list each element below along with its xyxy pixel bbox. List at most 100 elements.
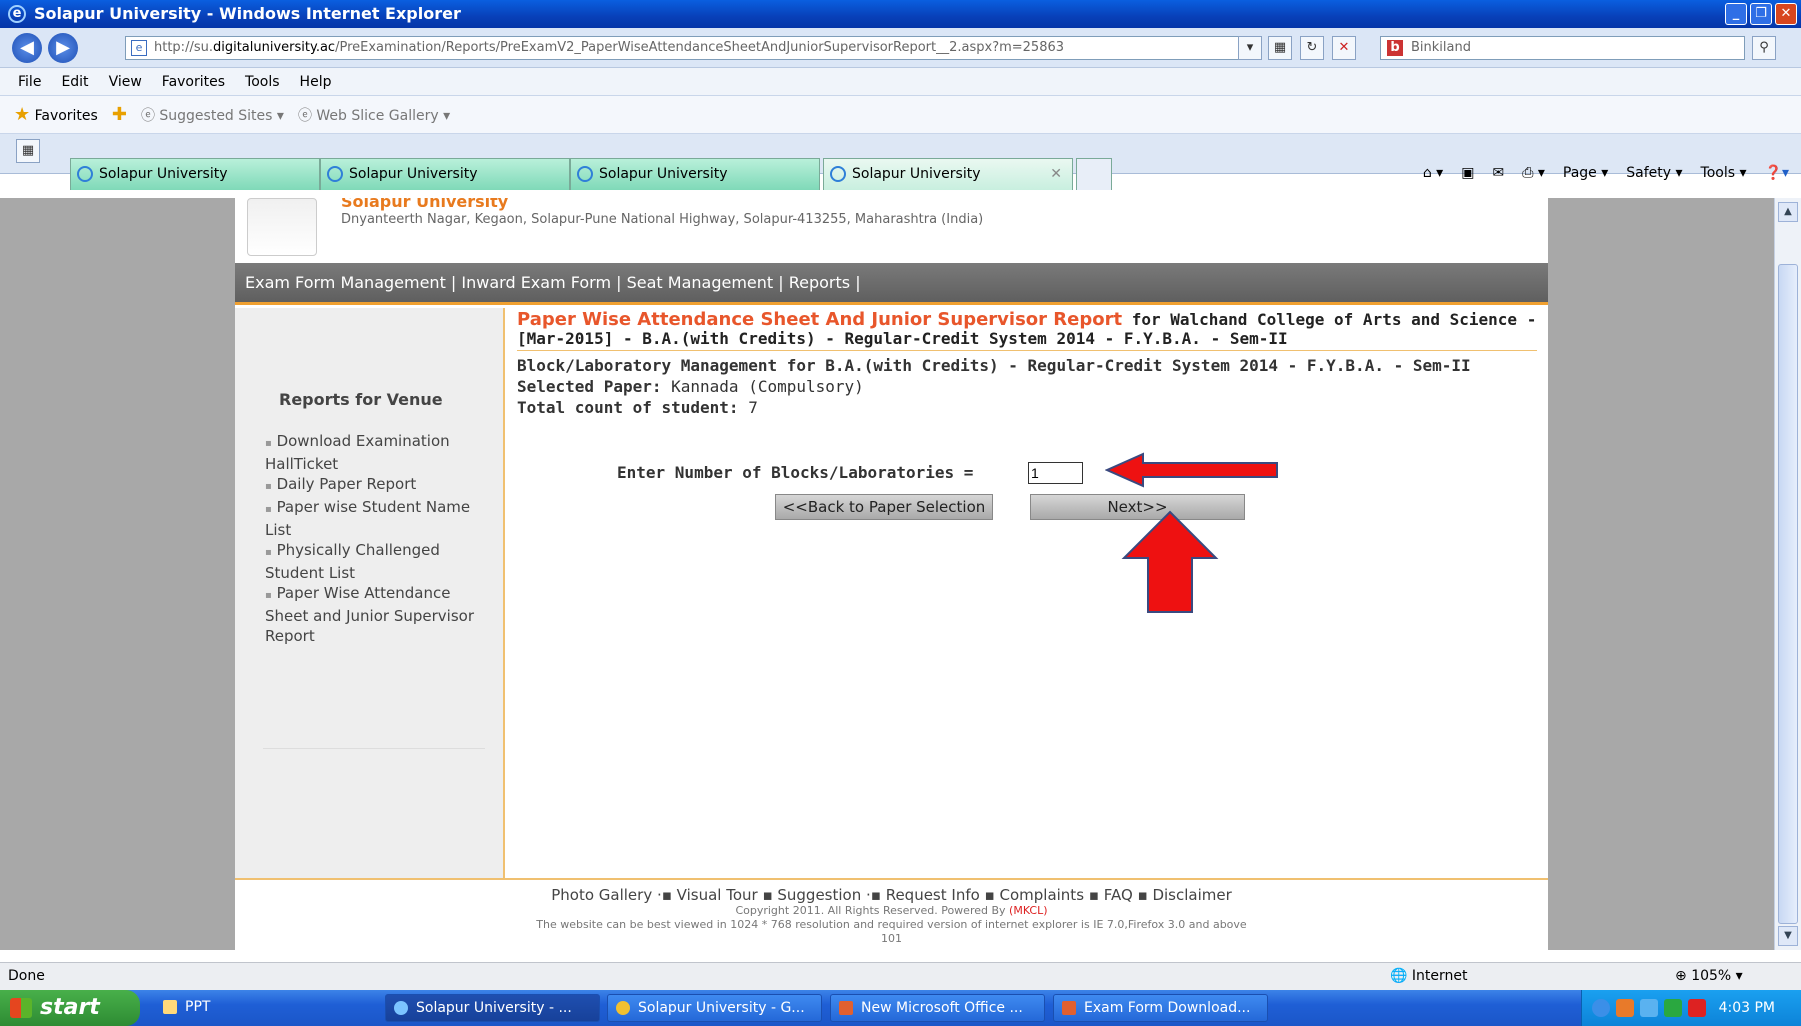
main-content: Paper Wise Attendance Sheet And Junior S… (517, 310, 1537, 418)
home-icon[interactable]: ⌂ ▾ (1423, 165, 1443, 181)
back-to-paper-selection-button[interactable]: <<Back to Paper Selection (775, 494, 993, 520)
page-title-line2: [Mar-2015] - B.A.(with Credits) - Regula… (517, 329, 1537, 348)
tab-2[interactable]: Solapur University (320, 158, 570, 190)
web-slice-gallery-link[interactable]: ⓔ Web Slice Gallery ▾ (298, 105, 450, 125)
start-button[interactable]: start (0, 990, 140, 1026)
ie-tab-icon (77, 166, 93, 182)
scroll-up-arrow-icon[interactable]: ▲ (1778, 202, 1798, 222)
suggested-sites-link[interactable]: ⓔ Suggested Sites ▾ (141, 105, 284, 125)
mail-icon[interactable]: ✉ (1492, 165, 1504, 181)
tab-4-label: Solapur University (852, 166, 981, 182)
search-icon[interactable]: ⚲ (1752, 36, 1776, 60)
menu-help[interactable]: Help (290, 74, 342, 90)
sidebar-item-label: Paper wise Student Name List (265, 498, 471, 539)
tray-app-icon[interactable] (1616, 999, 1634, 1017)
ie-icon (394, 1001, 408, 1015)
page-menu-label: Page (1562, 165, 1597, 181)
compatibility-icon[interactable]: ▦ (1268, 36, 1292, 60)
forward-nav-button[interactable]: ▶ (48, 33, 78, 63)
tray-expand-icon[interactable] (1592, 999, 1610, 1017)
safety-menu[interactable]: Safety ▾ (1626, 165, 1682, 181)
new-tab-button[interactable] (1076, 158, 1112, 190)
refresh-icon[interactable]: ↻ (1300, 36, 1324, 60)
search-input[interactable]: b Binkiland (1380, 36, 1745, 60)
taskbar-item-label: New Microsoft Office ... (861, 1000, 1023, 1016)
vertical-scrollbar[interactable]: ▲ ▼ (1774, 198, 1801, 950)
safety-menu-label: Safety (1626, 165, 1672, 181)
page-menu[interactable]: Page ▾ (1563, 165, 1608, 181)
zoom-control[interactable]: ⊕ 105% ▾ (1675, 963, 1743, 990)
menu-tools[interactable]: Tools (235, 74, 290, 90)
add-favorite-icon[interactable]: ✚ (112, 104, 127, 125)
taskbar-item-ppt[interactable]: PPT (155, 994, 370, 1022)
blocks-input[interactable] (1028, 462, 1083, 484)
taskbar-item-chrome[interactable]: Solapur University - G... (607, 994, 822, 1022)
taskbar-item-label: Solapur University - ... (416, 1000, 572, 1016)
stop-icon[interactable]: ✕ (1332, 36, 1356, 60)
help-icon[interactable]: ❓▾ (1765, 165, 1789, 181)
title-separator (517, 350, 1537, 351)
quick-tabs-icon[interactable]: ▦ (16, 139, 40, 163)
dropdown-arrow-icon[interactable]: ▾ (1238, 36, 1262, 60)
tray-q-icon[interactable] (1688, 999, 1706, 1017)
tab-1[interactable]: Solapur University (70, 158, 320, 190)
tray-v-icon[interactable] (1664, 999, 1682, 1017)
menu-edit[interactable]: Edit (51, 74, 98, 90)
scroll-thumb[interactable] (1778, 264, 1798, 924)
tab-4-active[interactable]: Solapur University ✕ (823, 158, 1073, 190)
top-navigation[interactable]: Exam Form Management | Inward Exam Form … (235, 263, 1548, 305)
taskbar-item-ie[interactable]: Solapur University - ... (385, 994, 600, 1022)
sidebar-divider (263, 748, 485, 749)
favorites-button[interactable]: ★ Favorites (14, 104, 98, 125)
favorites-bar: ★ Favorites ✚ ⓔ Suggested Sites ▾ ⓔ Web … (0, 96, 1801, 134)
sidebar-list: ▪ Download Examination HallTicket ▪ Dail… (265, 431, 495, 646)
sidebar: Reports for Venue ▪ Download Examination… (235, 308, 505, 878)
bing-icon: b (1387, 40, 1403, 56)
page-title-college: for Walchand College of Arts and Science… (1122, 310, 1537, 329)
sidebar-item-student-list[interactable]: ▪ Paper wise Student Name List (265, 497, 495, 540)
taskbar-item-office-1[interactable]: New Microsoft Office ... (830, 994, 1045, 1022)
minimize-button[interactable]: _ (1725, 3, 1747, 25)
close-button[interactable]: ✕ (1775, 3, 1797, 25)
command-bar: ⌂ ▾ ▣ ✉ ⎙ ▾ Page ▾ Safety ▾ Tools ▾ ❓▾ (1423, 158, 1789, 188)
menu-file[interactable]: File (8, 74, 51, 90)
footer-links[interactable]: Photo Gallery ·▪ Visual Tour ▪ Suggestio… (235, 886, 1548, 904)
sidebar-item-hallticket[interactable]: ▪ Download Examination HallTicket (265, 431, 495, 474)
tools-menu-label: Tools (1700, 165, 1736, 181)
taskbar-item-label: PPT (185, 999, 211, 1015)
red-arrow-up-annotation (1121, 510, 1219, 613)
address-bar[interactable]: e http://su.digitaluniversity.ac/PreExam… (125, 36, 1255, 60)
menu-bar: File Edit View Favorites Tools Help (0, 68, 1801, 96)
sidebar-item-label: Download Examination HallTicket (265, 432, 450, 473)
block-management-line: Block/Laboratory Management for B.A.(wit… (517, 355, 1537, 376)
tools-menu[interactable]: Tools ▾ (1701, 165, 1747, 181)
back-nav-button[interactable]: ◀ (12, 33, 42, 63)
total-count-label: Total count of student: (517, 398, 739, 417)
tray-network-icon[interactable] (1640, 999, 1658, 1017)
print-icon[interactable]: ⎙ ▾ (1522, 165, 1545, 181)
ie-tab-icon (327, 166, 343, 182)
webslice-label: Web Slice Gallery (316, 107, 439, 124)
window-titlebar: e Solapur University - Windows Internet … (0, 0, 1801, 28)
scroll-down-arrow-icon[interactable]: ▼ (1778, 926, 1798, 946)
block-management-text: Block/Laboratory Management for B.A.(wit… (517, 356, 1471, 375)
sidebar-item-label: Physically Challenged Student List (265, 541, 440, 582)
sidebar-item-label: Paper Wise Attendance Sheet and Junior S… (265, 584, 474, 645)
copyright-text: Copyright 2011. All Rights Reserved. Pow… (735, 904, 1010, 917)
tab-3[interactable]: Solapur University (570, 158, 820, 190)
sidebar-item-attendance-sheet[interactable]: ▪ Paper Wise Attendance Sheet and Junior… (265, 583, 495, 646)
feeds-icon[interactable]: ▣ (1461, 165, 1474, 181)
mkcl-link[interactable]: (MKCL) (1009, 904, 1048, 917)
university-address: Dnyanteerth Nagar, Kegaon, Solapur-Pune … (341, 212, 984, 227)
close-tab-icon[interactable]: ✕ (1050, 159, 1062, 189)
menu-favorites[interactable]: Favorites (152, 74, 235, 90)
windows-flag-icon (10, 998, 32, 1018)
taskbar-item-office-2[interactable]: Exam Form Download... (1053, 994, 1268, 1022)
sidebar-item-daily-report[interactable]: ▪ Daily Paper Report (265, 474, 495, 497)
sidebar-item-physically-challenged[interactable]: ▪ Physically Challenged Student List (265, 540, 495, 583)
restore-button[interactable]: ❐ (1750, 3, 1772, 25)
ie-tab-icon (577, 166, 593, 182)
menu-view[interactable]: View (99, 74, 152, 90)
status-bar: Done 🌐 Internet ⊕ 105% ▾ (0, 962, 1801, 990)
footer-best-viewed: The website can be best viewed in 1024 *… (536, 918, 1247, 931)
